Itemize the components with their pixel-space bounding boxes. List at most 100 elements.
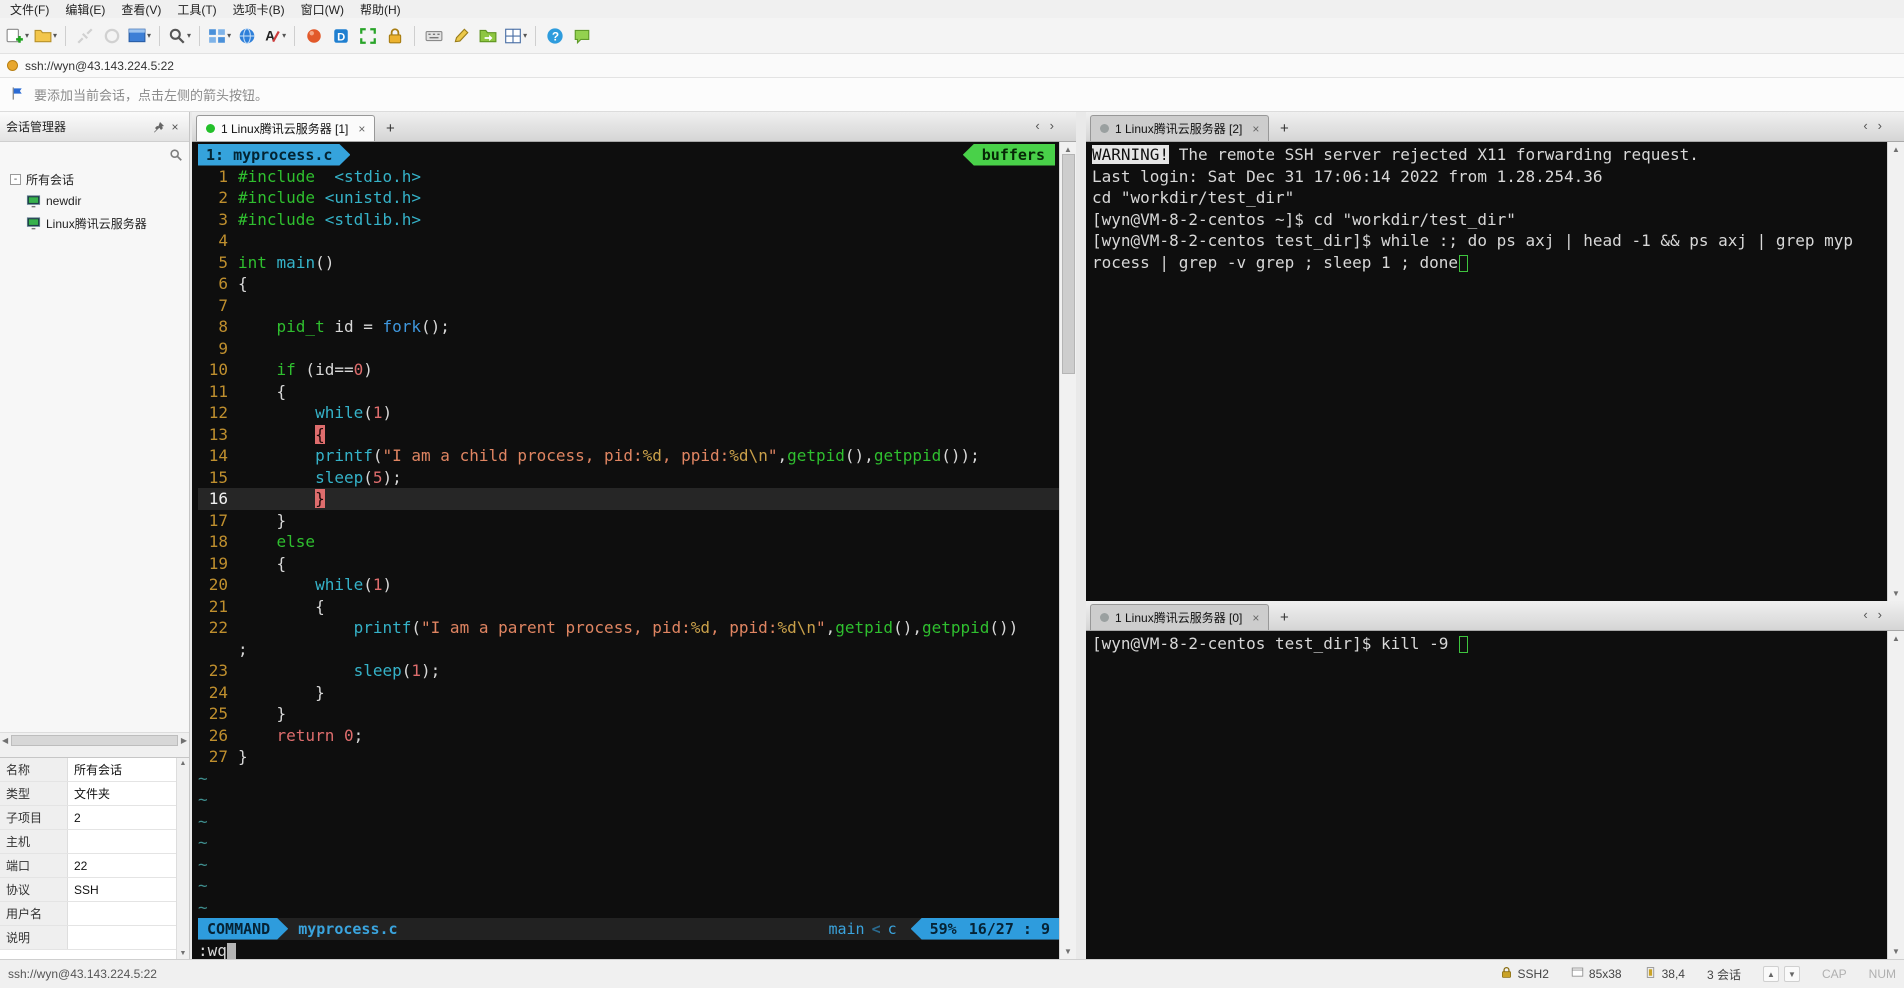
- tab-close-icon[interactable]: ×: [1252, 611, 1259, 625]
- session-tree-item[interactable]: - 所有会话: [0, 168, 189, 190]
- property-label: 类型: [0, 782, 68, 805]
- layout-icon[interactable]: ▾: [206, 23, 233, 49]
- new-tab-button[interactable]: +: [1273, 117, 1295, 139]
- menu-item[interactable]: 文件(F): [2, 0, 57, 19]
- scroll-left-icon[interactable]: ◀: [2, 736, 8, 745]
- scroll-down-button[interactable]: ▼: [1783, 966, 1800, 982]
- session-properties: 名称 所有会话 类型 文件夹 子项目 2 主机 端口 22 协议 SSH 用户名 说明 ▲ ▼: [0, 757, 189, 959]
- tab-session-2[interactable]: 1 Linux腾讯云服务器 [2] ×: [1090, 115, 1270, 141]
- help-icon[interactable]: ?: [542, 23, 568, 49]
- dropdown-caret-icon[interactable]: ▾: [53, 31, 57, 40]
- tab-scroll-left-icon[interactable]: ‹: [1035, 119, 1039, 132]
- tab-session-0[interactable]: 1 Linux腾讯云服务器 [0] ×: [1090, 604, 1270, 630]
- scroll-up-icon[interactable]: ▲: [180, 760, 187, 767]
- property-value: SSH: [74, 882, 99, 897]
- terminal-scrollbar[interactable]: ▲ ▼: [1887, 631, 1904, 959]
- menu-item[interactable]: 窗口(W): [293, 0, 352, 19]
- lock-icon[interactable]: [382, 23, 408, 49]
- find-icon[interactable]: ▾: [166, 23, 193, 49]
- tab-close-icon[interactable]: ×: [358, 122, 365, 136]
- dropdown-caret-icon[interactable]: ▾: [147, 31, 151, 40]
- xagent-icon[interactable]: D: [328, 23, 354, 49]
- new-tab-button[interactable]: +: [1273, 606, 1295, 628]
- tab-scroll-left-icon[interactable]: ‹: [1863, 119, 1867, 132]
- session-tree-item[interactable]: newdir: [0, 190, 189, 212]
- tile-windows-icon[interactable]: ▾: [502, 23, 529, 49]
- terminal-line: 19 {: [198, 553, 1059, 575]
- property-row: 名称 所有会话: [0, 758, 176, 782]
- editor-scrollbar[interactable]: ▲ ▼: [1059, 142, 1076, 959]
- scroll-down-icon[interactable]: ▼: [1892, 589, 1900, 598]
- line-number: 12: [208, 403, 228, 422]
- keyboard-icon[interactable]: [421, 23, 447, 49]
- scroll-down-icon[interactable]: ▼: [180, 950, 187, 957]
- line-number: 5: [218, 252, 228, 272]
- menu-item[interactable]: 选项卡(B): [225, 0, 293, 19]
- vim-terminal[interactable]: 1: myprocess.c buffers 1 #include <stdio.…: [192, 142, 1059, 959]
- tree-horizontal-scrollbar[interactable]: ◀ ▶: [0, 732, 189, 747]
- line-number: 15: [208, 467, 228, 487]
- scroll-up-icon[interactable]: ▲: [1064, 145, 1072, 154]
- line-number: 1: [218, 166, 228, 186]
- dropdown-caret-icon[interactable]: ▾: [187, 31, 191, 40]
- terminal-line: 15 sleep(5);: [198, 467, 1059, 489]
- shell-terminal[interactable]: [wyn@VM-8-2-centos test_dir]$ kill -9: [1086, 631, 1887, 959]
- line-number: 24: [208, 682, 228, 702]
- scrollbar-thumb[interactable]: [11, 734, 178, 746]
- dropdown-caret-icon[interactable]: ▾: [282, 31, 286, 40]
- terminal-line: 8 pid_t id = fork();: [198, 316, 1059, 338]
- statusbar-connection-url: ssh://wyn@43.143.224.5:22: [8, 967, 157, 981]
- dropdown-caret-icon[interactable]: ▾: [523, 31, 527, 40]
- shell-terminal[interactable]: WARNING! The remote SSH server rejected …: [1086, 142, 1887, 601]
- vim-command-line[interactable]: :wq: [198, 940, 1059, 959]
- terminal-cursor: [1459, 636, 1469, 653]
- tree-expander-icon[interactable]: -: [10, 173, 21, 185]
- vim-mode-indicator: COMMAND: [198, 918, 288, 940]
- tab-scroll-left-icon[interactable]: ‹: [1863, 608, 1867, 621]
- scroll-up-icon[interactable]: ▲: [1892, 634, 1900, 643]
- tree-search-icon[interactable]: [169, 148, 183, 162]
- font-color-icon[interactable]: A ▾: [261, 23, 288, 49]
- scroll-up-icon[interactable]: ▲: [1892, 145, 1900, 154]
- scroll-right-icon[interactable]: ▶: [181, 736, 187, 745]
- properties-scrollbar[interactable]: ▲ ▼: [176, 758, 189, 959]
- tab-session-1[interactable]: 1 Linux腾讯云服务器 [1] ×: [196, 115, 376, 141]
- vim-buffer-tab[interactable]: 1: myprocess.c: [198, 144, 350, 166]
- fullscreen-icon[interactable]: [355, 23, 381, 49]
- menu-item[interactable]: 工具(T): [169, 0, 224, 19]
- proxy-icon[interactable]: [301, 23, 327, 49]
- web-icon[interactable]: [234, 23, 260, 49]
- scroll-down-icon[interactable]: ▼: [1892, 947, 1900, 956]
- panel-close-icon[interactable]: ×: [167, 119, 183, 135]
- dropdown-caret-icon[interactable]: ▾: [25, 31, 29, 40]
- terminal-scrollbar[interactable]: ▲ ▼: [1887, 142, 1904, 601]
- scroll-up-button[interactable]: ▲: [1762, 966, 1779, 982]
- compose-icon[interactable]: [448, 23, 474, 49]
- new-window-icon[interactable]: ▾: [126, 23, 153, 49]
- tab-close-icon[interactable]: ×: [1252, 122, 1259, 136]
- session-label: 所有会话: [26, 172, 75, 187]
- chat-icon[interactable]: [569, 23, 595, 49]
- terminal-line: 23 sleep(1);: [198, 660, 1059, 682]
- address-bar[interactable]: ssh://wyn@43.143.224.5:22: [0, 54, 1904, 78]
- open-folder-icon[interactable]: ▾: [32, 23, 59, 49]
- tab-scroll-right-icon[interactable]: ›: [1050, 119, 1054, 132]
- new-session-icon[interactable]: ▾: [4, 23, 31, 49]
- session-tree-item[interactable]: Linux腾讯云服务器: [0, 212, 189, 234]
- menu-item[interactable]: 查看(V): [113, 0, 169, 19]
- terminal-line: 4: [198, 230, 1059, 252]
- menu-item[interactable]: 帮助(H): [352, 0, 409, 19]
- tab-scroll-right-icon[interactable]: ›: [1878, 119, 1882, 132]
- property-value: 所有会话: [74, 763, 123, 777]
- vim-statusline: COMMAND myprocess.c main < c 59% 16/27 :…: [198, 918, 1059, 940]
- new-tab-button[interactable]: +: [379, 117, 401, 139]
- scrollbar-thumb[interactable]: [1061, 154, 1075, 374]
- pin-icon[interactable]: [151, 119, 167, 135]
- scroll-down-icon[interactable]: ▼: [1064, 947, 1072, 956]
- dropdown-caret-icon[interactable]: ▾: [227, 31, 231, 40]
- xftp-icon[interactable]: [475, 23, 501, 49]
- vim-empty-line: ~: [198, 876, 208, 895]
- terminal-line: 3 #include <stdlib.h>: [198, 209, 1059, 231]
- tab-scroll-right-icon[interactable]: ›: [1878, 608, 1882, 621]
- menu-item[interactable]: 编辑(E): [57, 0, 113, 19]
